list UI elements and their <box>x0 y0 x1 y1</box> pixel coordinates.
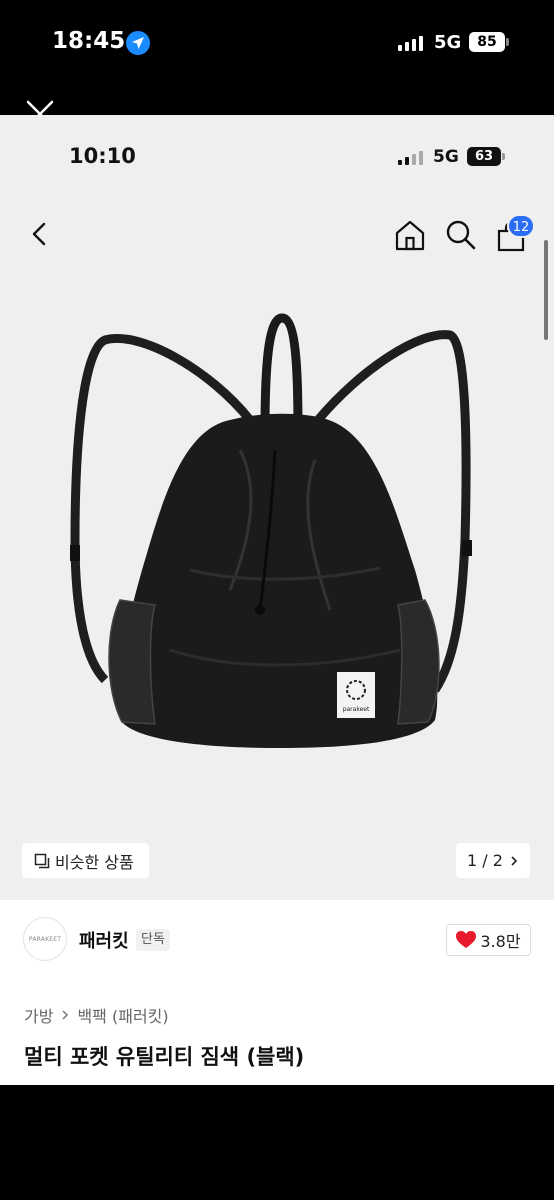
device-status-bar: 18:45 5G 85 <box>0 0 554 80</box>
like-count: 3.8만 <box>480 932 521 951</box>
device-battery-cap <box>506 38 509 46</box>
location-arrow-icon <box>126 31 150 55</box>
breadcrumb-category[interactable]: 가방 <box>24 1003 53 1027</box>
product-image-area: 10:10 5G 63 12 parakeet 비슷한 상품 1 / 2 <box>0 115 554 900</box>
inner-battery-cap <box>502 153 505 160</box>
device-battery-icon: 85 <box>469 32 505 52</box>
heart-icon <box>456 931 477 948</box>
inner-time: 10:10 <box>69 144 136 168</box>
layers-icon <box>34 853 50 868</box>
like-button[interactable]: 3.8만 <box>446 924 531 956</box>
back-button[interactable] <box>26 220 54 252</box>
inner-battery-icon: 63 <box>467 147 501 166</box>
pager-text: 1 / 2 <box>467 851 503 870</box>
screenshot-sheet: 10:10 5G 63 12 parakeet 비슷한 상품 1 / 2 PAR… <box>0 115 554 1085</box>
chevron-right-icon <box>511 855 518 866</box>
home-icon <box>395 220 425 251</box>
inner-signal-icon <box>398 151 423 165</box>
cart-count-badge: 12 <box>507 214 535 238</box>
chevron-left-icon <box>32 222 46 246</box>
breadcrumb: 가방 백팩 (패러킷) <box>24 1003 169 1027</box>
similar-products-button[interactable]: 비슷한 상품 <box>22 843 149 878</box>
brand-logo[interactable]: PARAKEET <box>23 917 67 961</box>
signal-icon <box>398 36 423 51</box>
brand-patch-label: parakeet <box>343 706 370 713</box>
search-icon <box>446 220 476 250</box>
image-pager[interactable]: 1 / 2 <box>456 843 530 878</box>
product-image[interactable]: parakeet <box>60 310 490 770</box>
chevron-right-icon <box>62 1010 69 1020</box>
similar-products-label: 비슷한 상품 <box>55 852 134 872</box>
breadcrumb-subcategory[interactable]: 백팩 (패러킷) <box>77 1003 168 1027</box>
product-title: 멀티 포켓 유틸리티 짐색 (블랙) <box>24 1045 305 1069</box>
search-button[interactable] <box>445 219 477 255</box>
exclusive-badge: 단독 <box>136 929 170 951</box>
device-time: 18:45 <box>52 28 126 54</box>
brand-row: PARAKEET 패러킷 단독 3.8만 <box>0 915 554 967</box>
inner-network-label: 5G <box>433 147 459 167</box>
home-button[interactable] <box>394 219 426 255</box>
scrollbar[interactable] <box>544 240 548 340</box>
brand-name[interactable]: 패러킷 <box>79 927 129 953</box>
device-network-label: 5G <box>434 32 462 53</box>
